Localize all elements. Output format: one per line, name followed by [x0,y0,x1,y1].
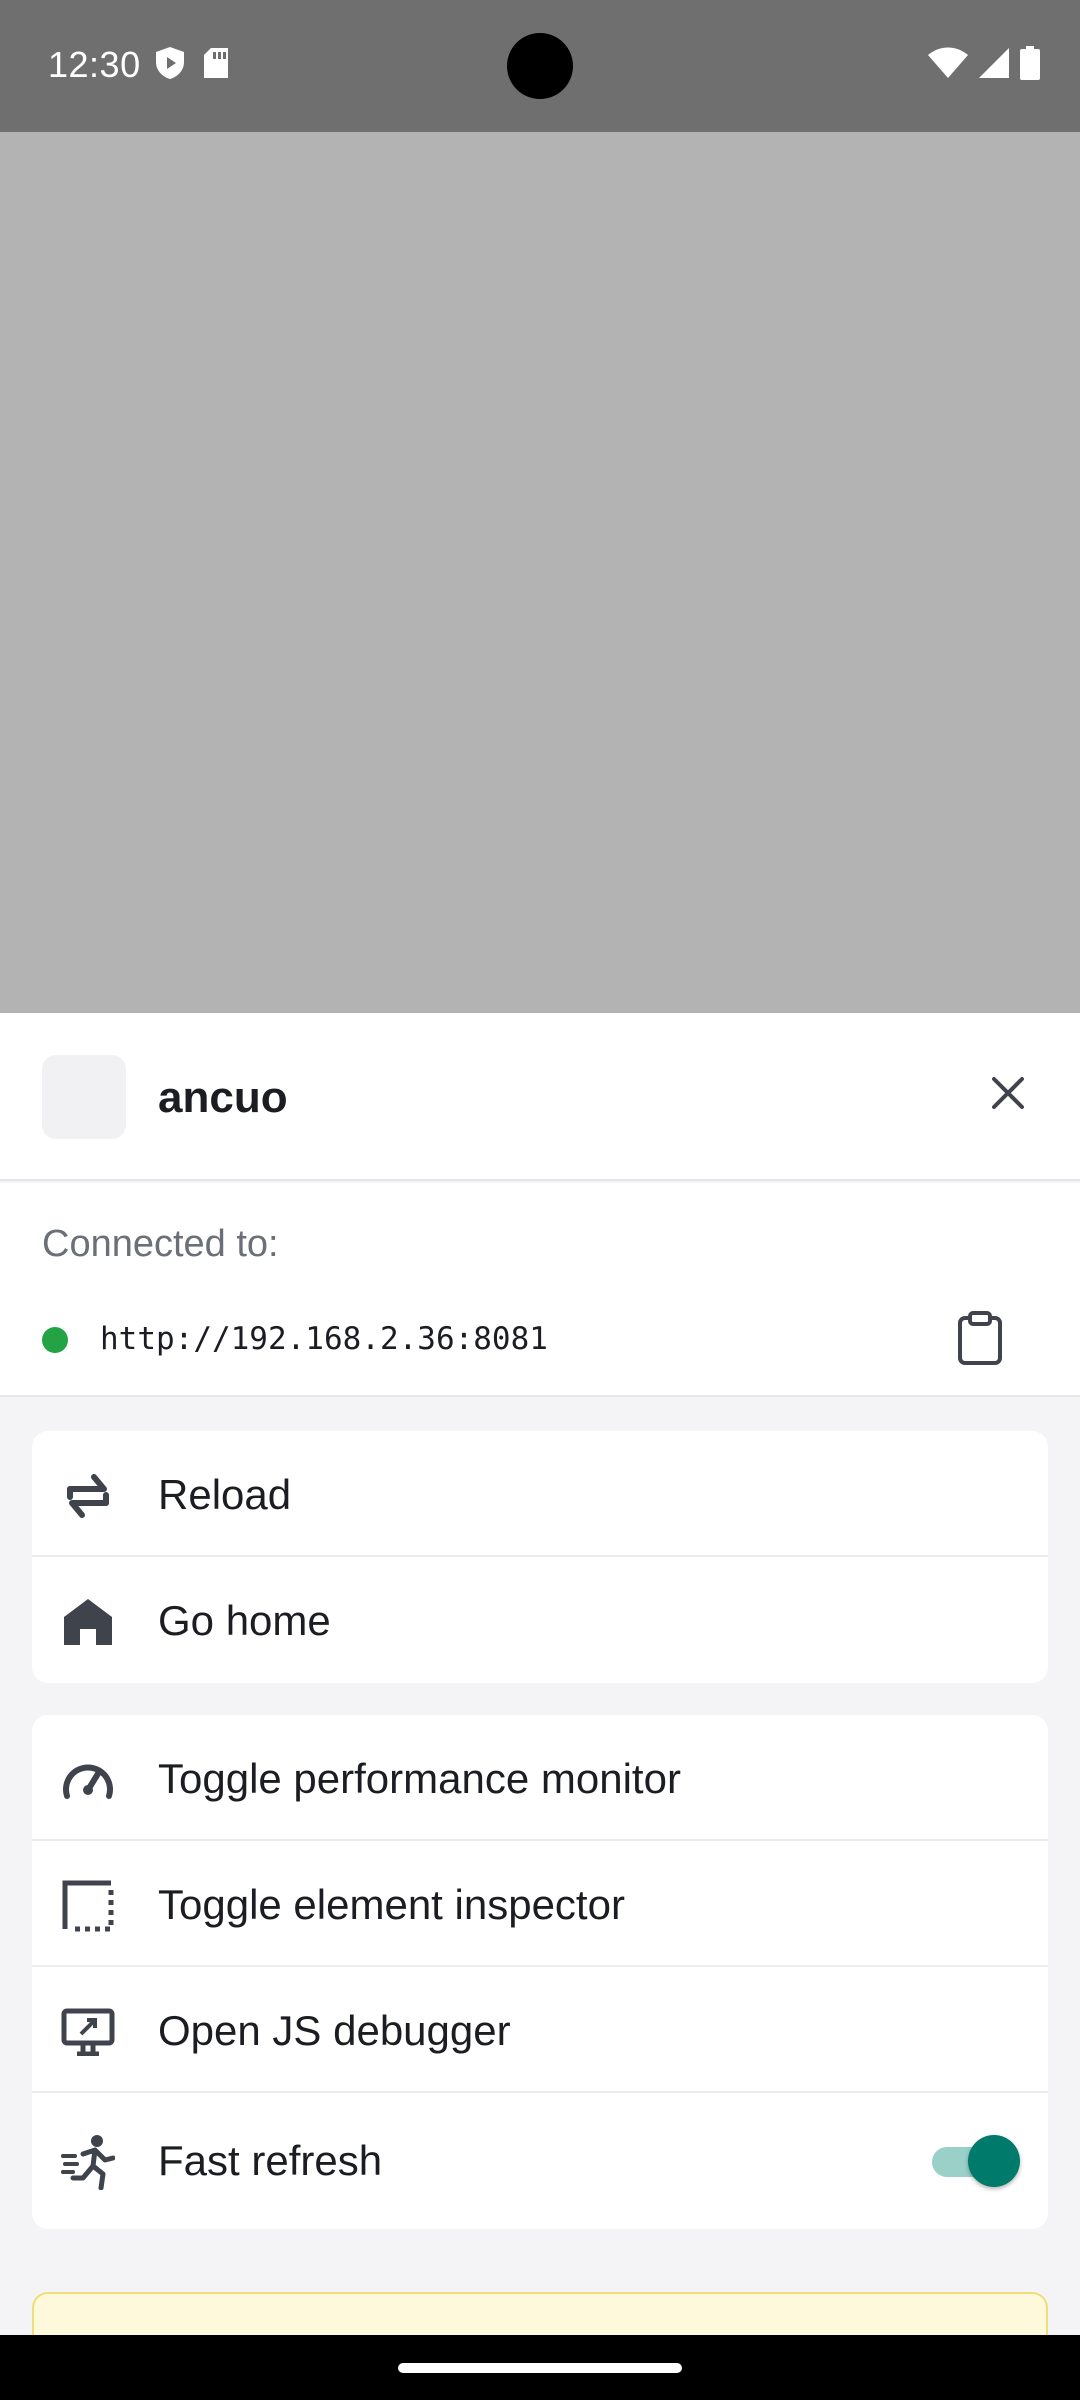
dev-menu-sheet: ancuo Connected to: http://192.168.2.36:… [0,1013,1080,2335]
menu-item-js-debugger[interactable]: Open JS debugger [32,1967,1048,2093]
menu-item-element-inspector[interactable]: Toggle element inspector [32,1841,1048,1967]
warning-banner [32,2292,1048,2335]
connection-status-dot [42,1327,68,1353]
fast-refresh-toggle[interactable] [924,2135,1020,2187]
speedometer-icon [60,1752,116,1808]
menu-item-reload[interactable]: Reload [32,1431,1048,1557]
sd-card-icon [202,47,230,84]
home-indicator[interactable] [398,2363,682,2373]
debugger-icon [60,2004,116,2060]
app-icon [42,1055,126,1139]
connection-section: Connected to: http://192.168.2.36:8081 [0,1183,1080,1397]
menu-item-label: Reload [158,1471,292,1518]
menu-item-label: Go home [158,1597,331,1644]
menu-item-label: Open JS debugger [158,2007,511,2054]
status-time: 12:30 [48,44,141,85]
status-left-icons [154,46,230,85]
sheet-header: ancuo [0,1013,1080,1181]
menu-item-label: Toggle element inspector [158,1881,625,1928]
home-icon [60,1594,116,1650]
status-bar: 12:30 [0,0,1080,132]
inspector-icon [60,1878,116,1934]
connection-url: http://192.168.2.36:8081 [100,1321,548,1357]
reload-icon [60,1468,116,1524]
menu-item-fast-refresh[interactable]: Fast refresh [32,2093,1048,2227]
running-icon [60,2134,116,2190]
close-icon [992,1077,1024,1109]
menu-item-label: Fast refresh [158,2137,383,2184]
clipboard-icon [958,1311,1002,1365]
connection-label: Connected to: [42,1223,279,1265]
menu-group-navigation: Reload Go home [32,1431,1048,1683]
signal-icon [978,47,1010,84]
background-scrim[interactable] [0,132,1080,1013]
menu-group-tools: Toggle performance monitor Toggle elemen… [32,1715,1048,2229]
copy-url-button[interactable] [950,1303,1010,1373]
wifi-icon [928,47,968,84]
toggle-thumb [968,2135,1020,2187]
battery-icon [1020,46,1040,85]
menu-item-go-home[interactable]: Go home [32,1557,1048,1683]
camera-cutout [507,33,573,99]
shield-icon [154,46,186,85]
close-button[interactable] [980,1065,1036,1121]
menu-item-performance-monitor[interactable]: Toggle performance monitor [32,1715,1048,1841]
app-name: ancuo [158,1073,288,1122]
menu-item-label: Toggle performance monitor [158,1755,681,1802]
status-right-icons [928,46,1040,85]
